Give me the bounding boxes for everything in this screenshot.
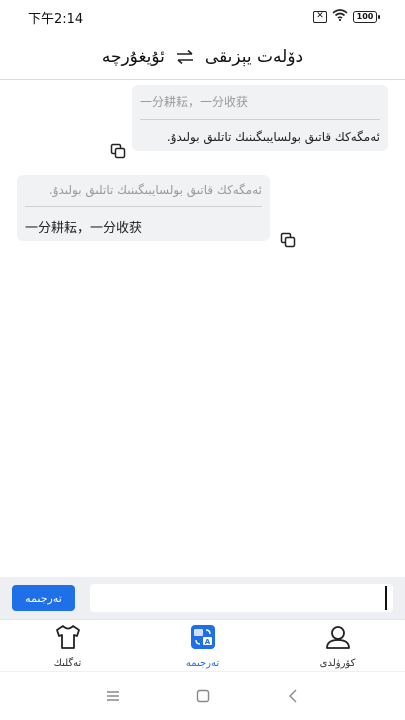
nav-label: كۆرۈلدى (319, 658, 356, 669)
bottom-nav: تەگلىك A تەرجىمە كۆرۈلدى (0, 619, 405, 671)
translate-icon: A (190, 624, 216, 654)
nav-label: تەگلىك (53, 658, 82, 669)
copy-icon[interactable] (280, 232, 296, 248)
text-input[interactable] (90, 584, 393, 612)
nav-item-profile[interactable]: كۆرۈلدى (270, 620, 405, 671)
profile-icon (325, 624, 351, 654)
home-icon[interactable] (193, 686, 213, 706)
status-time: 下午2:14 (28, 11, 84, 27)
text-cursor (385, 586, 387, 610)
source-language[interactable]: دۆلەت يېزىقى (205, 47, 303, 67)
message-bubble: ئەمگەكك قاتىق بولسايبىگىنىك تاتلىق بولىد… (17, 175, 270, 241)
translator-screen: 下午2:14 ✕ 100 ئۇيغۇرچە دۆلەت يېزىقى 一分耕耘，… (0, 0, 405, 720)
message-source-text: 一分耕耘，一分收获 (140, 93, 380, 120)
nav-label: تەرجىمە (185, 658, 220, 669)
status-bar: 下午2:14 ✕ 100 (0, 0, 405, 34)
target-language[interactable]: ئۇيغۇرچە (102, 47, 165, 67)
message-bubble: 一分耕耘，一分收获 ئەمگەكك قاتىق بولسايبىگىنىك تا… (132, 85, 388, 151)
message-translated-text: 一分耕耘，一分收获 (25, 221, 143, 236)
battery-icon: 100 (353, 11, 380, 23)
shirt-icon (54, 624, 82, 654)
svg-text:A: A (204, 638, 210, 646)
message-source-text: ئەمگەكك قاتىق بولسايبىگىنىك تاتلىق بولىد… (25, 183, 262, 207)
translation-history[interactable]: 一分耕耘，一分收获 ئەمگەكك قاتىق بولسايبىگىنىك تا… (0, 81, 405, 577)
sim-off-icon: ✕ (313, 11, 327, 23)
back-icon[interactable] (283, 686, 303, 706)
wifi-icon (332, 9, 348, 25)
translate-button[interactable]: تەرجىمە (12, 585, 75, 611)
menu-icon[interactable] (103, 686, 123, 706)
copy-icon[interactable] (110, 143, 126, 159)
status-icons: ✕ 100 (313, 9, 380, 25)
nav-item-translate[interactable]: A تەرجىمە (135, 620, 270, 671)
system-nav-bar (0, 671, 405, 720)
nav-item-clothes[interactable]: تەگلىك (0, 620, 135, 671)
swap-arrows-icon[interactable] (175, 49, 195, 65)
input-bar: تەرجىمە (0, 577, 405, 619)
language-header: ئۇيغۇرچە دۆلەت يېزىقى (0, 34, 405, 80)
message-translated-text: ئەمگەكك قاتىق بولسايبىگىنىك تاتلىق بولىد… (166, 130, 380, 144)
